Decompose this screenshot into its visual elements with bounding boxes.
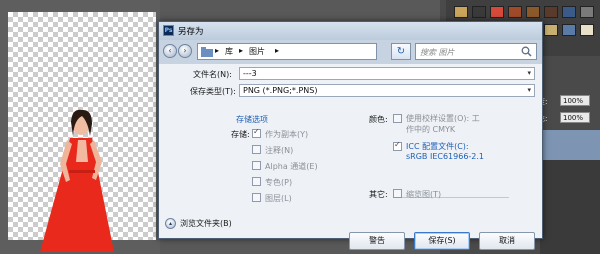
proof-setup-label-line2: 作中的 CMYK [406,125,456,134]
layers-label: 图层(L) [265,194,292,203]
swatch[interactable] [544,6,558,18]
swatch[interactable] [526,6,540,18]
icc-profile-label-line2: sRGB IEC61966-2.1 [406,152,485,161]
folder-icon [201,47,213,57]
as-copy-checkbox[interactable] [252,127,261,138]
swatch[interactable] [454,6,468,18]
back-arrow-icon[interactable]: ‹ [163,44,177,58]
proof-setup-checkbox[interactable] [393,114,402,123]
icc-profile-label-line1: ICC 配置文件(C): [406,142,469,151]
proof-setup-label-line1: 使用校样设置(O): 工 [406,114,480,123]
cancel-button[interactable]: 取消 [479,232,535,250]
save-options-title: 存储选项 [236,115,268,124]
nav-buttons: ‹ › [163,43,193,60]
spot-color-label: 专色(P) [265,178,293,187]
filename-label: 文件名(N): [193,70,232,79]
opacity-field[interactable]: 100% [560,95,590,106]
swatch[interactable] [544,24,558,36]
breadcrumb-separator-icon: ▸ [215,46,220,55]
filetype-label: 保存类型(T): [190,87,236,96]
swatch[interactable] [562,24,576,36]
photoshop-app-icon: Ps [163,25,174,36]
dialog-titlebar[interactable]: Ps 另存为 [159,22,542,40]
breadcrumb-library[interactable]: 库 [225,46,233,57]
swatch[interactable] [562,6,576,18]
swatch[interactable] [472,6,486,18]
breadcrumb-separator-icon: ▸ [239,46,244,55]
swatch[interactable] [508,6,522,18]
document-canvas-area [0,0,160,254]
breadcrumb-separator-icon: ▸ [275,46,280,55]
dialog-title: 另存为 [178,27,204,37]
chevron-up-icon[interactable]: ▴ [165,218,176,229]
notes-label: 注释(N) [265,146,294,155]
breadcrumb-pictures[interactable]: 图片 [249,46,265,57]
woman-in-red-dress-image [40,109,114,252]
refresh-icon[interactable]: ↻ [391,43,411,60]
thumbnail-label: 缩览图(T) [406,190,442,199]
save-button[interactable]: 保存(S) [414,232,470,250]
warning-button[interactable]: 警告 [349,232,405,250]
chevron-down-icon[interactable]: ▾ [527,86,531,94]
save-as-dialog: Ps 另存为 ‹ › ▸ 库 ▸ 图片 ▸ ▾ ↻ 搜索 图片 [158,21,543,250]
address-bar[interactable]: ▸ 库 ▸ 图片 ▸ ▾ [197,43,402,60]
other-label: 其它: [369,190,388,199]
search-icon[interactable] [521,46,532,57]
notes-checkbox[interactable] [252,145,261,154]
alpha-channels-checkbox[interactable] [252,161,261,170]
dialog-body: 文件名(N): ---3 ▾ 保存类型(T): PNG (*.PNG;*.PNS… [159,64,542,250]
search-placeholder: 搜索 图片 [420,48,455,57]
color-label: 颜色: [369,115,388,124]
navigation-bar: ‹ › ▸ 库 ▸ 图片 ▸ ▾ ↻ 搜索 图片 [163,42,538,62]
filetype-select[interactable]: PNG (*.PNG;*.PNS) ▾ [239,84,535,97]
search-input[interactable]: 搜索 图片 [415,43,537,60]
as-copy-label: 作为副本(Y) [265,130,309,139]
layers-list [540,160,600,254]
swatch[interactable] [580,24,594,36]
store-label: 存储: [231,130,250,139]
swatch[interactable] [580,6,594,18]
filetype-value: PNG (*.PNG;*.PNS) [243,86,318,95]
transparent-canvas [8,12,156,252]
filename-value: ---3 [243,69,257,78]
filename-field[interactable]: ---3 ▾ [239,67,535,80]
selected-layer-row[interactable] [540,130,600,160]
alpha-channels-label: Alpha 通道(E) [265,162,318,171]
swatch[interactable] [490,6,504,18]
layers-checkbox[interactable] [252,193,261,202]
fill-field[interactable]: 100% [560,112,590,123]
forward-arrow-icon[interactable]: › [178,44,192,58]
browse-folders-label: 浏览文件夹(B) [180,219,232,228]
icc-profile-checkbox[interactable] [393,140,402,151]
thumbnail-checkbox[interactable] [393,189,402,198]
chevron-down-icon[interactable]: ▾ [527,69,531,77]
spot-color-checkbox[interactable] [252,177,261,186]
